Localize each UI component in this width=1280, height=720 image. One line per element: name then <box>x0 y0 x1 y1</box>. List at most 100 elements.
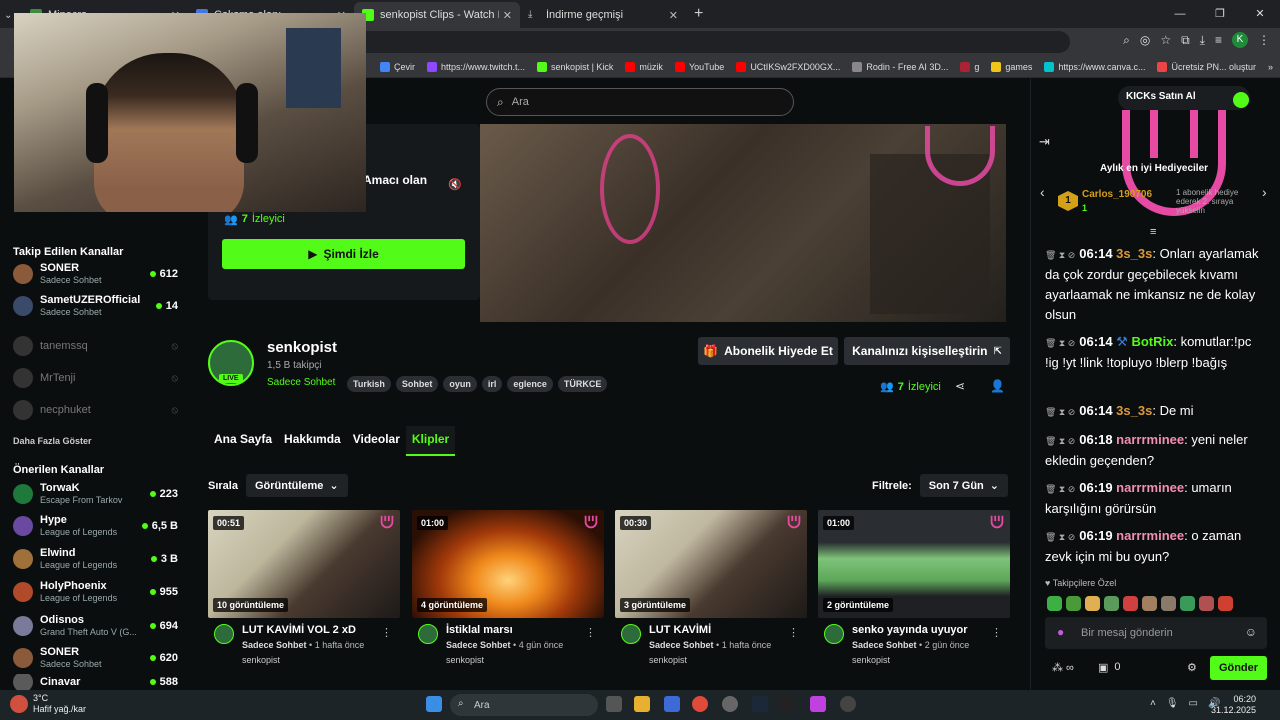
send-button[interactable]: Gönder <box>1210 656 1267 680</box>
message-user[interactable]: narrrminee <box>1116 480 1184 495</box>
clip-user[interactable]: senkopist <box>649 655 687 665</box>
emote-icon[interactable] <box>1142 596 1157 611</box>
message-user[interactable]: 3s_3s <box>1116 403 1152 418</box>
system-tray[interactable]: ˄ 🎙 ▭ 🔊 <box>1150 698 1220 709</box>
tab-home[interactable]: Ana Sayfa <box>208 426 278 456</box>
kick-app-icon[interactable] <box>810 696 826 712</box>
browser-tab-active[interactable]: senkopist Clips - Watch Live on ✕ <box>354 2 520 28</box>
tag[interactable]: Turkish <box>347 376 391 392</box>
queue-icon[interactable]: ≡ <box>1215 33 1222 47</box>
emote-icon[interactable] <box>1199 596 1214 611</box>
clip-thumbnail[interactable]: 01:00 2 görüntüleme <box>818 510 1010 618</box>
star-icon[interactable]: ☆ <box>1160 33 1171 47</box>
more-options-icon[interactable]: ⋮ <box>381 626 392 639</box>
moderation-icons[interactable]: 🗑 ⧗ ⊘ <box>1045 484 1075 494</box>
more-bookmarks-icon[interactable]: » <box>1268 62 1273 72</box>
emoji-icon[interactable]: ☺ <box>1245 625 1257 639</box>
microphone-icon[interactable]: ● <box>1057 625 1064 639</box>
clip-user[interactable]: senkopist <box>852 655 890 665</box>
clip-thumbnail[interactable]: 00:30 3 görüntüleme <box>615 510 807 618</box>
weather-widget[interactable]: 3°C Hafif yağ./kar <box>33 693 86 715</box>
bookmark[interactable]: https://www.twitch.t... <box>427 61 525 72</box>
search-input[interactable]: ⌕ Ara <box>486 88 794 116</box>
sidebar-channel[interactable]: SONER Sadece Sohbet 620 <box>13 644 178 672</box>
live-video-preview[interactable] <box>480 124 1006 322</box>
clip-card[interactable]: 00:51 10 görüntüleme LUT KAVİMİ VOL 2 xD… <box>208 510 400 665</box>
moderation-icons[interactable]: 🗑 ⧗ ⊘ <box>1045 436 1075 446</box>
sidebar-channel[interactable]: Cinavar 588 <box>13 674 178 690</box>
emote-icon[interactable] <box>1180 596 1195 611</box>
clip-title[interactable]: LUT KAVİMİ VOL 2 xD <box>242 624 356 636</box>
bookmark[interactable]: games <box>991 61 1032 72</box>
close-icon[interactable]: ✕ <box>503 9 512 22</box>
windows-start-icon[interactable] <box>426 696 442 712</box>
clip-card[interactable]: 00:30 3 görüntüleme LUT KAVİMİ Sadece So… <box>615 510 807 665</box>
new-tab-button[interactable]: + <box>686 5 711 23</box>
app-icon[interactable] <box>722 696 738 712</box>
clip-thumbnail[interactable]: 00:51 10 görüntüleme <box>208 510 400 618</box>
gifter-name[interactable]: Carlos_190706 <box>1082 189 1152 200</box>
menu-icon[interactable]: ⋮ <box>1258 33 1270 47</box>
download-icon[interactable]: ⤓ <box>1200 33 1205 48</box>
browser-tab[interactable]: ⤓ İndirme geçmişi ✕ <box>520 2 686 28</box>
sidebar-channel-offline[interactable]: MrTenji ⦸ <box>13 364 178 392</box>
sidebar-channel[interactable]: HolyPhoenix League of Legends 955 <box>13 578 178 606</box>
emote-icon[interactable] <box>1161 596 1176 611</box>
moderation-icons[interactable]: 🗑 ⧗ ⊘ <box>1045 532 1075 542</box>
emote-icon[interactable] <box>1047 596 1062 611</box>
emote-icon[interactable] <box>1085 596 1100 611</box>
chevron-left-icon[interactable]: ‹ <box>1040 184 1045 200</box>
close-window-icon[interactable]: ✕ <box>1240 0 1280 28</box>
epic-games-icon[interactable] <box>780 696 796 712</box>
task-view-icon[interactable] <box>606 696 622 712</box>
message-user[interactable]: 3s_3s <box>1116 246 1152 261</box>
tab-videos[interactable]: Videolar <box>347 426 406 456</box>
extension-icon[interactable]: ⧉ <box>1181 33 1190 48</box>
points-display[interactable]: ▣ 0 <box>1098 661 1121 674</box>
chevron-up-icon[interactable]: ˄ <box>1150 698 1156 709</box>
close-icon[interactable]: ✕ <box>669 9 678 22</box>
moderation-icons[interactable]: 🗑 ⧗ ⊘ <box>1045 338 1075 348</box>
store-icon[interactable] <box>664 696 680 712</box>
emote-icon[interactable] <box>1066 596 1081 611</box>
message-user[interactable]: BotRix <box>1131 334 1173 349</box>
clock[interactable]: 06:20 31.12.2025 <box>1211 694 1256 716</box>
emote-icon[interactable] <box>1218 596 1233 611</box>
pinned-icon[interactable]: ≡ <box>1150 226 1156 238</box>
moderation-icons[interactable]: 🗑 ⧗ ⊘ <box>1045 407 1075 417</box>
more-options-icon[interactable]: ⋮ <box>991 626 1002 639</box>
mute-icon[interactable]: 🔇 <box>448 178 462 191</box>
minimize-icon[interactable]: — <box>1160 0 1200 28</box>
eye-off-icon[interactable]: ◎ <box>1140 33 1150 47</box>
gift-sub-button[interactable]: 🎁 Abonelik Hiyede Et <box>698 337 838 365</box>
zoom-icon[interactable]: ⌕ <box>1123 33 1130 48</box>
chat-input[interactable]: ● Bir mesaj gönderin ☺ <box>1045 617 1267 649</box>
file-explorer-icon[interactable] <box>634 696 650 712</box>
chevron-right-icon[interactable]: › <box>1262 184 1267 200</box>
clip-card[interactable]: 01:00 2 görüntüleme senko yayında uyuyor… <box>818 510 1010 665</box>
chrome-icon[interactable] <box>692 696 708 712</box>
customize-channel-button[interactable]: Kanalınızı kişiselleştirin ⇱ <box>844 337 1010 365</box>
profile-avatar[interactable]: K <box>1232 32 1248 48</box>
show-more-link[interactable]: Daha Fazla Göster <box>13 436 92 446</box>
sidebar-channel-offline[interactable]: tanemssq ⦸ <box>13 332 178 360</box>
clip-card[interactable]: 01:00 4 görüntüleme İstiklal marsı Sadec… <box>412 510 604 665</box>
more-options-icon[interactable]: ⋮ <box>788 626 799 639</box>
network-icon[interactable]: ▭ <box>1189 698 1198 709</box>
tag[interactable]: irl <box>481 376 503 392</box>
channel-category[interactable]: Sadece Sohbet <box>267 377 335 388</box>
tab-about[interactable]: Hakkımda <box>278 426 347 456</box>
emote-icon[interactable] <box>1123 596 1138 611</box>
avatar[interactable] <box>824 624 844 644</box>
channel-points-icon[interactable]: ⁂ ∞ <box>1052 661 1074 674</box>
clip-title[interactable]: senko yayında uyuyor <box>852 624 968 636</box>
watch-now-button[interactable]: ▶ Şimdi İzle <box>222 239 465 269</box>
bookmark[interactable]: https://www.canva.c... <box>1044 61 1145 72</box>
clip-user[interactable]: senkopist <box>446 655 484 665</box>
weather-icon[interactable] <box>10 695 28 713</box>
avatar[interactable] <box>214 624 234 644</box>
tag[interactable]: TÜRKCE <box>557 376 608 392</box>
clip-title[interactable]: LUT KAVİMİ <box>649 624 711 636</box>
taskbar-search[interactable]: ⌕ Ara <box>450 694 598 716</box>
sidebar-channel[interactable]: TorwaK Escape From Tarkov 223 <box>13 480 178 508</box>
